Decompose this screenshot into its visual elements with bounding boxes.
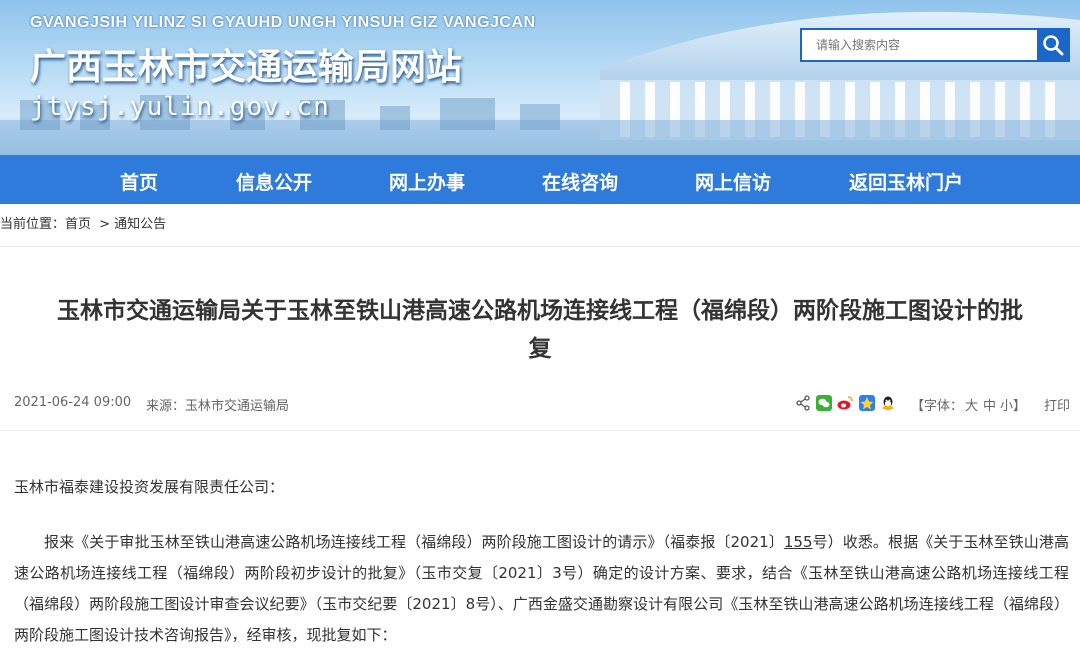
- site-banner: GVANGJSIH YILINZ SI GYAUHD UNGH YINSUH G…: [0, 0, 1080, 155]
- article-body: 玉林市福泰建设投资发展有限责任公司： 报来《关于审批玉林至铁山港高速公路机场连接…: [14, 472, 1069, 651]
- wechat-icon[interactable]: [816, 395, 832, 411]
- main-nav: 首页 信息公开 网上办事 在线咨询 网上信访 返回玉林门户: [0, 155, 1080, 204]
- font-size-label: 【字体：: [911, 399, 964, 414]
- publish-date: 2021-06-24 09:00: [14, 395, 132, 410]
- article-meta: 2021-06-24 09:00 来源：玉林市交通运输局 【字体： 大 中 小 …: [0, 388, 1080, 418]
- font-size-small[interactable]: 小: [1000, 395, 1013, 414]
- font-size-big[interactable]: 大: [965, 395, 978, 414]
- search-button[interactable]: [1036, 28, 1070, 62]
- font-size-close: 】: [1013, 399, 1027, 414]
- article-title: 玉林市交通运输局关于玉林至铁山港高速公路机场连接线工程（福绵段）两阶段施工图设计…: [0, 292, 1080, 368]
- qzone-icon[interactable]: [859, 395, 875, 411]
- article-source: 来源：玉林市交通运输局: [146, 399, 290, 414]
- breadcrumb-home-link[interactable]: 首页: [65, 204, 91, 246]
- search-input[interactable]: [800, 28, 1037, 62]
- divider: [0, 430, 1080, 431]
- breadcrumb-current-link[interactable]: 通知公告: [114, 204, 166, 246]
- nav-item-online-consult[interactable]: 在线咨询: [542, 168, 618, 195]
- breadcrumb-separator: >: [99, 217, 111, 232]
- article-paragraph: 报来《关于审批玉林至铁山港高速公路机场连接线工程（福绵段）两阶段施工图设计的请示…: [14, 527, 1069, 651]
- article-title-line1: 玉林市交通运输局关于玉林至铁山港高速公路机场连接线工程（福绵段）两阶段施工图设计…: [57, 298, 1023, 324]
- site-name-pinyin: GVANGJSIH YILINZ SI GYAUHD UNGH YINSUH G…: [30, 14, 536, 31]
- nav-item-yulin-portal[interactable]: 返回玉林门户: [849, 168, 963, 195]
- nav-item-online-petition[interactable]: 网上信访: [695, 168, 771, 195]
- paragraph-text-pre: 报来《关于审批玉林至铁山港高速公路机场连接线工程（福绵段）两阶段施工图设计的请示…: [44, 533, 784, 551]
- document-number: 155: [783, 533, 813, 551]
- search-icon: [1043, 35, 1064, 56]
- nav-item-online-services[interactable]: 网上办事: [389, 168, 465, 195]
- breadcrumb: 当前位置：首页 > 通知公告: [0, 204, 1080, 247]
- share-icon[interactable]: [796, 395, 810, 411]
- article-recipient: 玉林市福泰建设投资发展有限责任公司：: [14, 478, 285, 496]
- search-box: [800, 28, 1070, 62]
- font-size-medium[interactable]: 中: [983, 395, 996, 414]
- site-name: 广西玉林市交通运输局网站: [30, 47, 463, 88]
- nav-item-home[interactable]: 首页: [120, 168, 158, 195]
- site-domain: jtysj.yulin.gov.cn: [30, 92, 330, 122]
- qq-icon[interactable]: [880, 395, 896, 411]
- print-link[interactable]: 打印: [1044, 395, 1070, 414]
- article-title-line2: 复: [528, 336, 552, 362]
- nav-item-info-disclosure[interactable]: 信息公开: [236, 168, 312, 195]
- weibo-icon[interactable]: [837, 395, 854, 411]
- breadcrumb-label: 当前位置：: [0, 217, 66, 232]
